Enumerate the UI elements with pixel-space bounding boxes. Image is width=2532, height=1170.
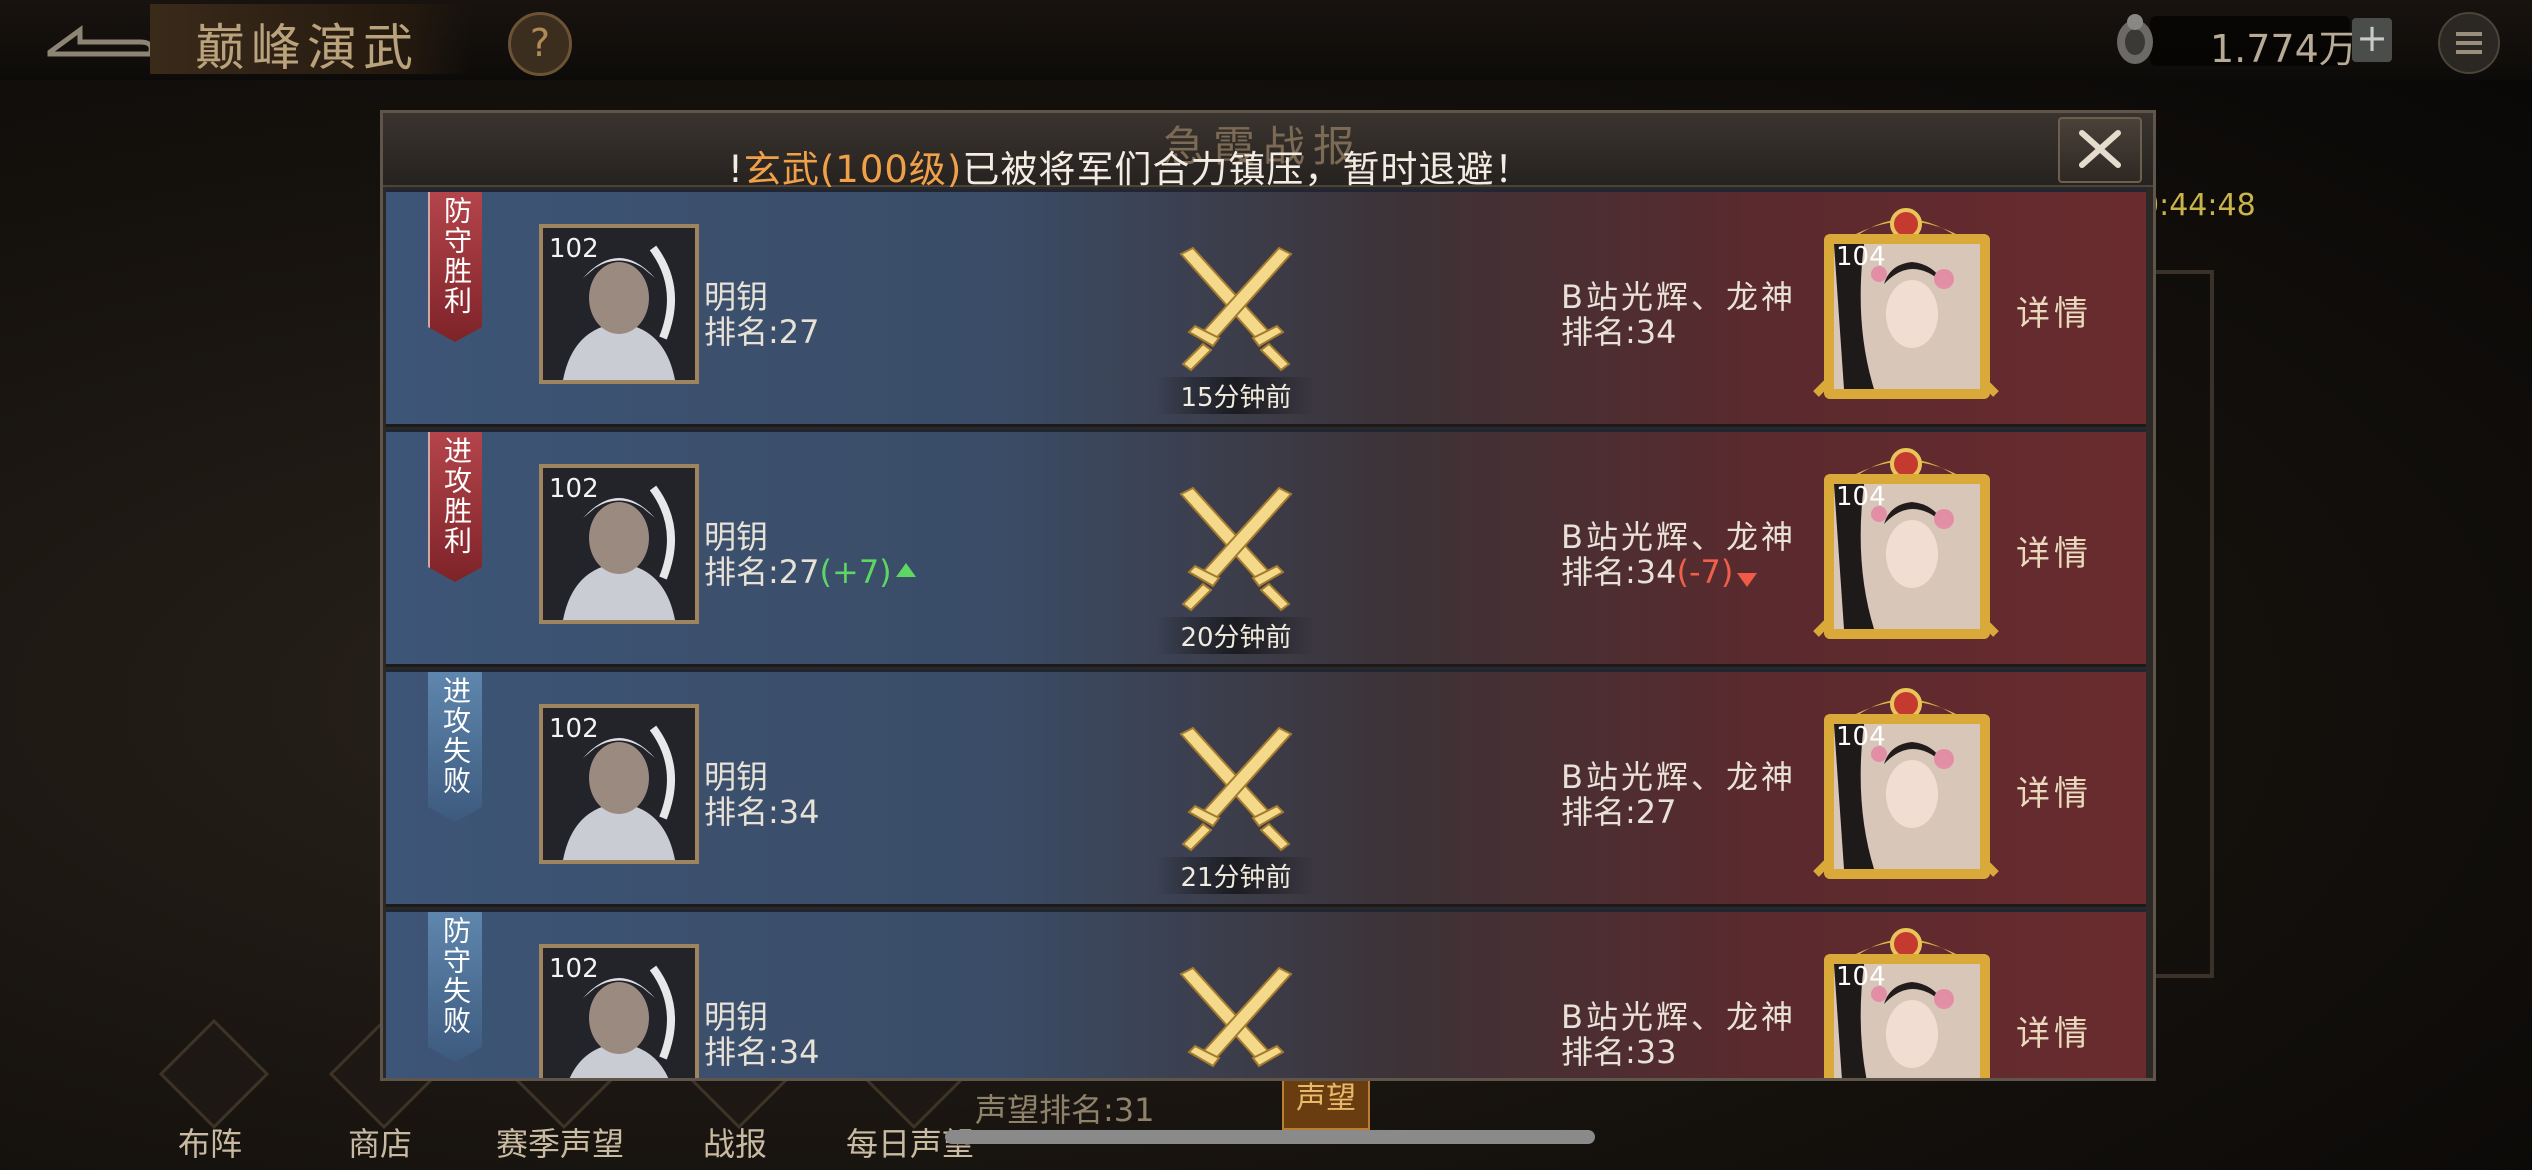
close-icon: [2079, 130, 2121, 168]
player-rank-delta: (+7): [819, 553, 892, 591]
report-row: 进攻胜利 102 明钥 排名:27(+7) 20分钟前 B站光辉、龙神 排名:3…: [386, 429, 2146, 667]
coin-icon: [2110, 12, 2160, 68]
nav-label: 商店: [347, 1125, 412, 1163]
notice-text: 已被将军们合力镇压，暂时退避！: [962, 148, 1533, 191]
opponent-avatar[interactable]: 104: [1806, 204, 2006, 409]
menu-line-icon: [2456, 32, 2482, 36]
result-text: 进攻失败: [439, 676, 472, 796]
battle-time: 20分钟前: [1156, 617, 1316, 654]
opponent-level: 104: [1836, 242, 1886, 272]
modal-header: 急霞战报 !玄武(100级)已被将军们合力镇压，暂时退避！: [383, 113, 2153, 191]
opponent-level: 104: [1836, 962, 1886, 992]
detail-button[interactable]: 详情: [2016, 286, 2092, 335]
result-ribbon: 进攻胜利: [428, 432, 482, 582]
player-rank: 排名:34: [704, 787, 820, 833]
side-frame: [2155, 270, 2214, 978]
battle-time: 15分钟前: [1156, 377, 1316, 414]
result-text: 防守胜利: [440, 196, 473, 316]
crossed-swords-icon: [1179, 486, 1293, 612]
opponent-avatar[interactable]: 104: [1806, 924, 2006, 1078]
player-level: 102: [549, 474, 599, 504]
player-rank: 排名:27(+7): [704, 547, 916, 593]
report-row: 进攻失败 102 明钥 排名:34 21分钟前 B站光辉、龙神 排名:27 10…: [386, 669, 2146, 907]
back-button[interactable]: [40, 12, 160, 68]
arrow-down-icon: [1737, 573, 1758, 587]
arrow-up-icon: [895, 563, 916, 577]
nav-item-daily-prestige[interactable]: 每日声望: [840, 1018, 980, 1165]
opponent-rank: 排名:33: [1561, 1027, 1677, 1073]
page-title: 巅峰演武: [195, 19, 419, 77]
menu-line-icon: [2456, 50, 2482, 54]
detail-button[interactable]: 详情: [2016, 526, 2092, 575]
opponent-level: 104: [1836, 722, 1886, 752]
currency-value: 1.774万: [2210, 27, 2357, 71]
crossed-swords-icon: [1179, 966, 1293, 1068]
nav-item-formation[interactable]: 布阵: [140, 1018, 280, 1165]
opponent-rank-text: 排名:33: [1561, 1033, 1677, 1071]
back-arrow-icon: [47, 25, 154, 57]
player-level: 102: [549, 954, 599, 984]
result-text: 防守失败: [439, 916, 472, 1036]
opponent-rank: 排名:27: [1561, 787, 1677, 833]
report-row: 防守失败 102 明钥 排名:34 B站光辉、龙神 排名:33 104 详情: [386, 909, 2146, 1078]
nav-item-shop[interactable]: 商店: [310, 1018, 450, 1165]
result-text: 进攻胜利: [440, 436, 473, 556]
opponent-rank: 排名:34: [1561, 307, 1677, 353]
help-button[interactable]: ?: [508, 12, 572, 76]
notice-boss: 玄武(100级): [743, 148, 963, 191]
detail-button[interactable]: 详情: [2016, 766, 2092, 815]
player-level: 102: [549, 714, 599, 744]
battle-time: 21分钟前: [1156, 857, 1316, 894]
crossed-swords-icon: [1179, 726, 1293, 852]
nav-label: 布阵: [177, 1125, 242, 1163]
detail-button[interactable]: 详情: [2016, 1006, 2092, 1055]
add-currency-button[interactable]: +: [2352, 18, 2392, 62]
notice-prefix: !: [728, 148, 744, 191]
player-avatar[interactable]: 102: [539, 224, 699, 384]
player-rank-text: 排名:34: [704, 793, 820, 831]
nav-item-battle-report[interactable]: 战报: [665, 1018, 805, 1165]
player-rank-text: 排名:27: [704, 313, 820, 351]
result-ribbon: 进攻失败: [428, 672, 482, 822]
opponent-rank-delta: (-7): [1676, 553, 1734, 591]
player-avatar[interactable]: 102: [539, 704, 699, 864]
top-bar: 巅峰演武 ? 1.774万 +: [0, 0, 2532, 80]
boss-notice: !玄武(100级)已被将军们合力镇压，暂时退避！: [728, 139, 1532, 193]
menu-button[interactable]: [2438, 12, 2500, 74]
nav-label: 战报: [702, 1125, 767, 1163]
close-button[interactable]: [2058, 117, 2142, 183]
crossed-swords-icon: [1179, 246, 1293, 372]
player-avatar[interactable]: 102: [539, 944, 699, 1078]
opponent-rank: 排名:34(-7): [1561, 547, 1758, 593]
nav-label: 赛季声望: [495, 1125, 624, 1163]
player-avatar[interactable]: 102: [539, 464, 699, 624]
report-row: 防守胜利 102 明钥 排名:27 15分钟前 B站光辉、龙神 排名:34 10…: [386, 189, 2146, 427]
home-indicator: [945, 1130, 1595, 1144]
opponent-rank-text: 排名:34: [1561, 313, 1677, 351]
player-level: 102: [549, 234, 599, 264]
player-rank-text: 排名:34: [704, 1033, 820, 1071]
opponent-level: 104: [1836, 482, 1886, 512]
opponent-rank-text: 排名:34: [1561, 553, 1677, 591]
opponent-avatar[interactable]: 104: [1806, 684, 2006, 889]
player-rank: 排名:34: [704, 1027, 820, 1073]
player-rank-text: 排名:27: [704, 553, 820, 591]
player-rank: 排名:27: [704, 307, 820, 353]
result-ribbon: 防守胜利: [428, 192, 482, 342]
menu-line-icon: [2456, 41, 2482, 45]
opponent-avatar[interactable]: 104: [1806, 444, 2006, 649]
result-ribbon: 防守失败: [428, 912, 482, 1062]
nav-item-season-prestige[interactable]: 赛季声望: [490, 1018, 630, 1165]
opponent-rank-text: 排名:27: [1561, 793, 1677, 831]
prestige-rank: 声望排名:31: [975, 1091, 1155, 1129]
battle-report-modal: 急霞战报 !玄武(100级)已被将军们合力镇压，暂时退避！ 防守胜利 102 明…: [380, 110, 2156, 1081]
timer-text: 0:44:48: [2140, 188, 2256, 223]
